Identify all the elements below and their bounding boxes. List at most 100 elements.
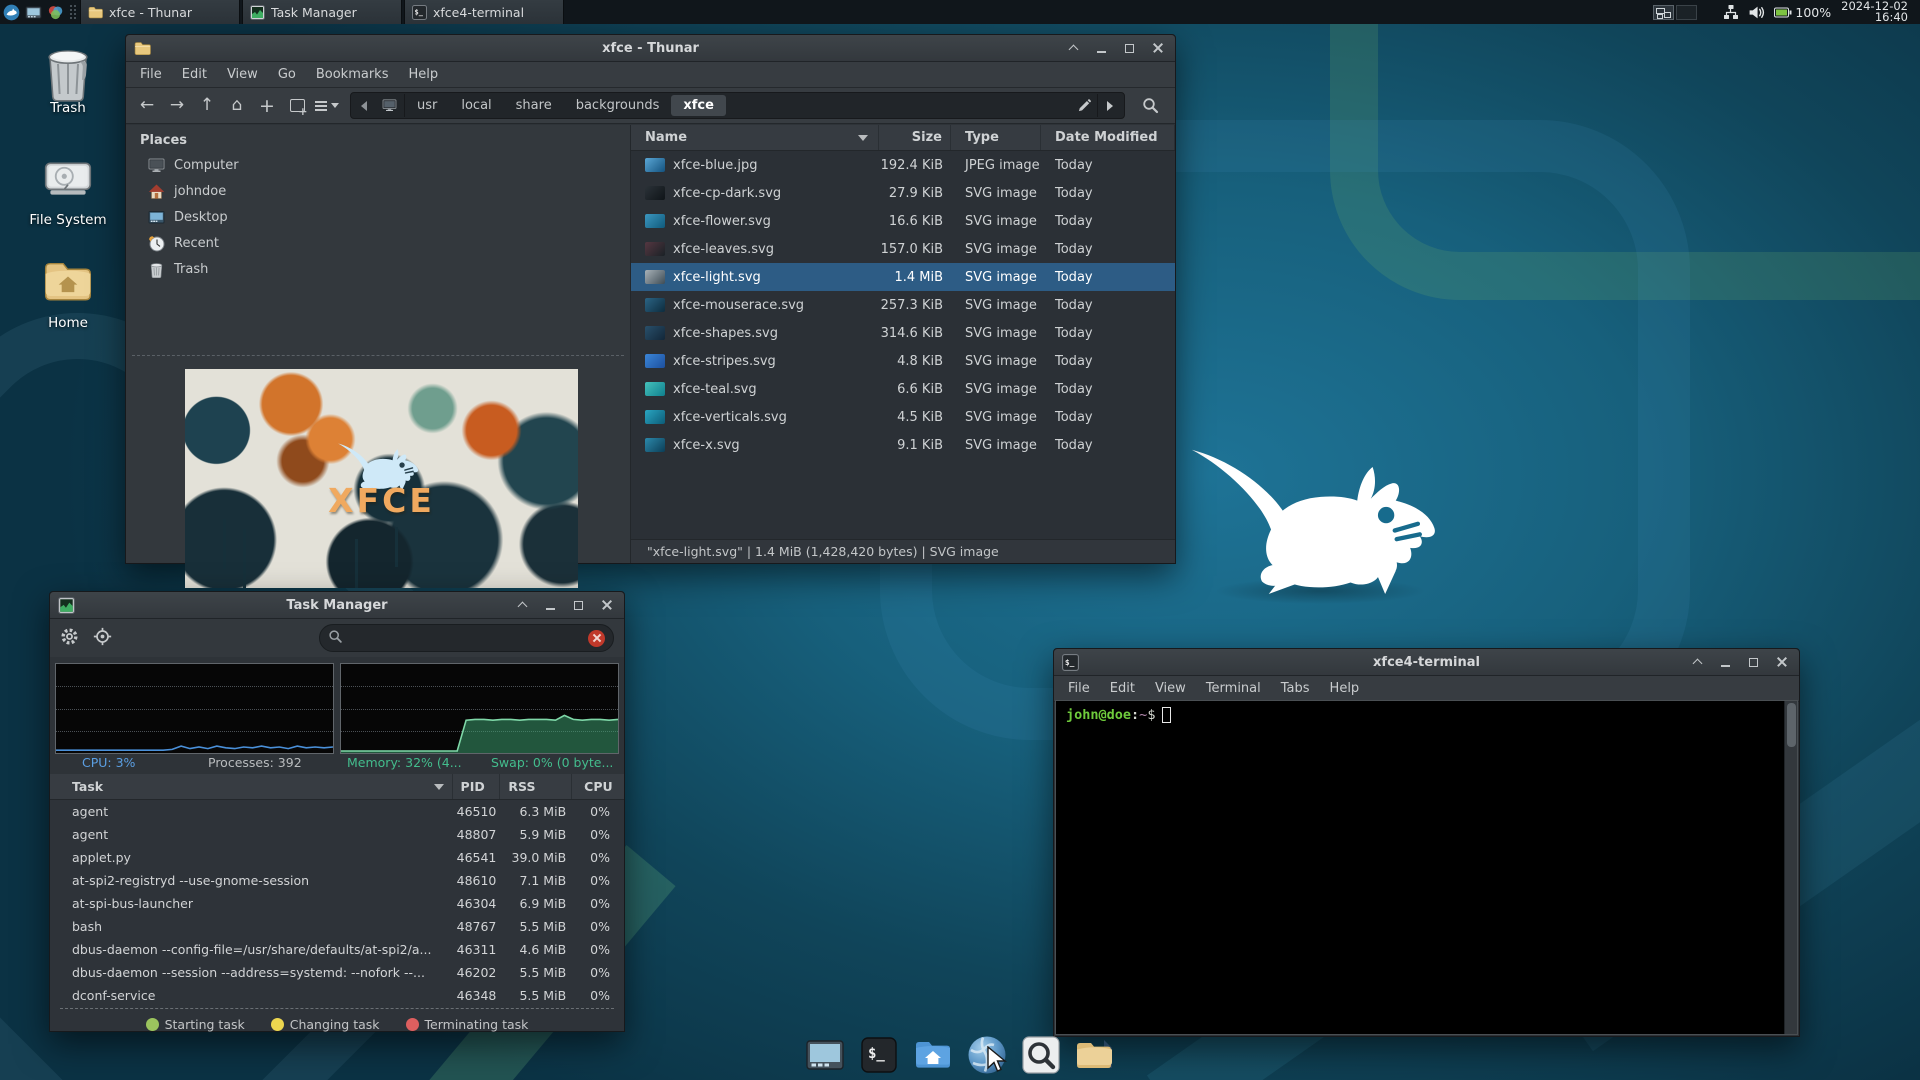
show-desktop-icon[interactable] — [803, 1033, 847, 1077]
panel-clock[interactable]: 2024-12-02 16:40 — [1841, 0, 1908, 24]
task-row[interactable]: agent 48807 5.9 MiB 0% — [50, 823, 624, 846]
thunar-menu-edit[interactable]: Edit — [172, 63, 217, 86]
terminal-menu-terminal[interactable]: Terminal — [1196, 677, 1271, 700]
minimize-button[interactable] — [542, 596, 560, 614]
maximize-button[interactable] — [570, 596, 588, 614]
taskmanager-search[interactable] — [319, 624, 614, 652]
terminal-menu-view[interactable]: View — [1145, 677, 1196, 700]
column-header-date-modified[interactable]: Date Modified — [1041, 125, 1175, 150]
panel-handle[interactable] — [69, 4, 77, 20]
desktop-icon-trash[interactable]: Trash — [16, 42, 120, 116]
clear-search-icon[interactable] — [588, 629, 605, 647]
thunar-titlebar[interactable]: xfce - Thunar — [126, 35, 1175, 62]
file-row[interactable]: xfce-x.svg 9.1 KiB SVG image Today — [631, 431, 1175, 459]
thunar-menu-bookmarks[interactable]: Bookmarks — [306, 63, 399, 86]
path-segment-share[interactable]: share — [504, 95, 564, 116]
shade-button[interactable] — [1065, 39, 1083, 57]
terminal-screen[interactable]: john@doe:~$ — [1056, 701, 1784, 1034]
terminal-menu-file[interactable]: File — [1058, 677, 1100, 700]
terminal-scrollbar[interactable] — [1784, 701, 1797, 1034]
close-button[interactable] — [1773, 653, 1791, 671]
place-desktop[interactable]: Desktop — [126, 204, 630, 230]
file-row[interactable]: xfce-light.svg 1.4 MiB SVG image Today — [631, 263, 1175, 291]
files-launcher-icon[interactable] — [1073, 1033, 1117, 1077]
close-button[interactable] — [598, 596, 616, 614]
up-button[interactable]: ↑ — [194, 93, 220, 119]
place-trash[interactable]: Trash — [126, 256, 630, 282]
task-column-pid[interactable]: PID — [453, 774, 501, 799]
battery-indicator[interactable]: 100% — [1774, 5, 1831, 20]
maximize-button[interactable] — [1121, 39, 1139, 57]
xfce-menu-icon[interactable] — [0, 0, 22, 24]
scrollbar-thumb[interactable] — [1787, 703, 1796, 747]
terminal-launcher-icon[interactable]: $_ — [857, 1033, 901, 1077]
file-manager-launcher-icon[interactable] — [911, 1033, 955, 1077]
network-icon[interactable] — [1723, 4, 1739, 20]
shade-button[interactable] — [1689, 653, 1707, 671]
new-window-button[interactable] — [284, 93, 310, 119]
task-row[interactable]: at-spi2-registryd --use-gnome-session 486… — [50, 869, 624, 892]
file-row[interactable]: xfce-mouserace.svg 257.3 KiB SVG image Toda… — [631, 291, 1175, 319]
path-segment-usr[interactable]: usr — [405, 95, 449, 116]
edit-path-button[interactable] — [1071, 93, 1097, 119]
task-row[interactable]: applet.py 46541 39.0 MiB 0% — [50, 846, 624, 869]
file-row[interactable]: xfce-shapes.svg 314.6 KiB SVG image Today — [631, 319, 1175, 347]
search-input[interactable] — [349, 630, 582, 646]
file-row[interactable]: xfce-stripes.svg 4.8 KiB SVG image Today — [631, 347, 1175, 375]
home-button[interactable]: ⌂ — [224, 93, 250, 119]
terminal-body[interactable]: john@doe:~$ — [1055, 700, 1798, 1035]
column-header-type[interactable]: Type — [951, 125, 1041, 150]
desktop-icon-home[interactable]: Home — [16, 257, 120, 331]
settings-gear-icon[interactable] — [60, 627, 79, 650]
terminal-titlebar[interactable]: $_ xfce4-terminal — [1054, 649, 1799, 676]
terminal-menu-tabs[interactable]: Tabs — [1271, 677, 1320, 700]
path-segment-backgrounds[interactable]: backgrounds — [564, 95, 672, 116]
file-row[interactable]: xfce-verticals.svg 4.5 KiB SVG image Today — [631, 403, 1175, 431]
task-column-rss[interactable]: RSS — [500, 774, 573, 799]
place-computer[interactable]: Computer — [126, 152, 630, 178]
minimize-button[interactable] — [1717, 653, 1735, 671]
path-scroll-left-icon[interactable] — [361, 100, 367, 111]
terminal-menu-edit[interactable]: Edit — [1100, 677, 1145, 700]
thunar-menu-go[interactable]: Go — [268, 63, 306, 86]
volume-icon[interactable] — [1748, 4, 1765, 21]
place-recent[interactable]: Recent — [126, 230, 630, 256]
task-row[interactable]: bash 48767 5.5 MiB 0% — [50, 915, 624, 938]
close-button[interactable] — [1149, 39, 1167, 57]
file-row[interactable]: xfce-flower.svg 16.6 KiB SVG image Today — [631, 207, 1175, 235]
task-row[interactable]: at-spi-bus-launcher 46304 6.9 MiB 0% — [50, 892, 624, 915]
minimize-button[interactable] — [1093, 39, 1111, 57]
task-row[interactable]: dconf-service 46348 5.5 MiB 0% — [50, 984, 624, 1007]
terminal-menu-help[interactable]: Help — [1320, 677, 1370, 700]
forward-button[interactable]: → — [164, 93, 190, 119]
workspace-pager[interactable] — [1653, 4, 1698, 20]
filesystem-root-button[interactable] — [375, 94, 405, 117]
maximize-button[interactable] — [1745, 653, 1763, 671]
file-row[interactable]: xfce-teal.svg 6.6 KiB SVG image Today — [631, 375, 1175, 403]
path-scroll-right-icon[interactable] — [1107, 100, 1113, 111]
place-johndoe[interactable]: johndoe — [126, 178, 630, 204]
desktop-icon-file-system[interactable]: File System — [16, 154, 120, 228]
view-mode-button[interactable] — [314, 93, 340, 119]
shade-button[interactable] — [514, 596, 532, 614]
thunar-menu-help[interactable]: Help — [398, 63, 448, 86]
column-header-size[interactable]: Size — [879, 125, 951, 150]
file-row[interactable]: xfce-leaves.svg 157.0 KiB SVG image Today — [631, 235, 1175, 263]
taskbar-button-2[interactable]: Task Manager — [242, 0, 402, 24]
taskbar-button-1[interactable]: xfce - Thunar — [80, 0, 240, 24]
process-target-icon[interactable] — [93, 627, 112, 650]
workspace-2[interactable] — [1676, 4, 1698, 20]
file-row[interactable]: xfce-blue.jpg 192.4 KiB JPEG image Today — [631, 151, 1175, 179]
task-column-cpu[interactable]: CPU — [572, 774, 624, 799]
search-button[interactable] — [1137, 93, 1163, 119]
taskmanager-titlebar[interactable]: Task Manager — [50, 592, 624, 619]
show-desktop-icon[interactable] — [22, 0, 44, 24]
thunar-menu-file[interactable]: File — [130, 63, 172, 86]
task-row[interactable]: agent 46510 6.3 MiB 0% — [50, 800, 624, 823]
task-row[interactable]: dbus-daemon --session --address=systemd:… — [50, 961, 624, 984]
task-column-task[interactable]: Task — [50, 774, 453, 799]
new-tab-button[interactable]: + — [254, 93, 280, 119]
path-segment-local[interactable]: local — [449, 95, 503, 116]
file-row[interactable]: xfce-cp-dark.svg 27.9 KiB SVG image Today — [631, 179, 1175, 207]
workspace-1[interactable] — [1653, 4, 1675, 20]
